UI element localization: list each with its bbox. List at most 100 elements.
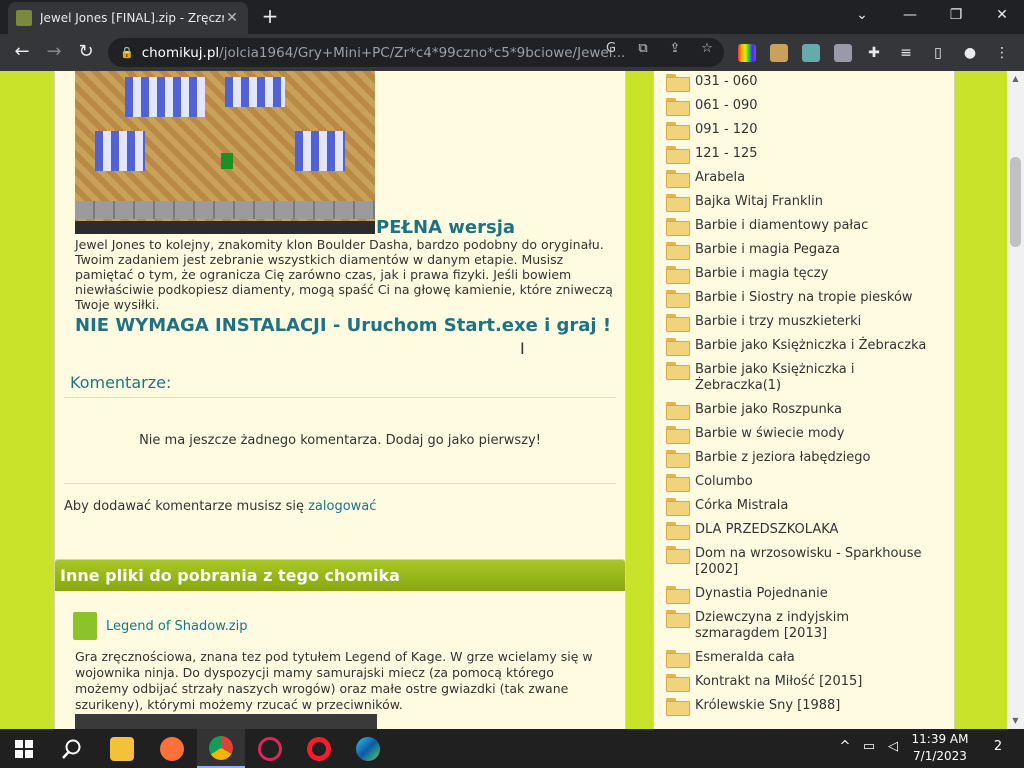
tray-chevron-icon[interactable]: ^ bbox=[836, 739, 854, 754]
tab-search-icon[interactable]: ⌄ bbox=[840, 4, 884, 28]
folder-item[interactable]: Barbie jako Księżniczka i Żebraczka(1) bbox=[666, 362, 865, 394]
folder-item[interactable]: Barbie i Siostry na tropie piesków bbox=[666, 290, 945, 308]
restore-button[interactable]: ❐ bbox=[934, 4, 978, 28]
edge-button[interactable] bbox=[344, 729, 392, 768]
google-icon[interactable]: G bbox=[602, 41, 620, 57]
folder-item[interactable]: Barbie i trzy muszkieterki bbox=[666, 314, 945, 332]
reload-icon[interactable]: ↻ bbox=[74, 41, 98, 65]
folder-icon bbox=[666, 698, 690, 716]
folder-icon bbox=[666, 290, 690, 308]
opera-gx-button[interactable] bbox=[246, 729, 294, 768]
search-icon bbox=[62, 739, 81, 759]
folder-item[interactable]: Esmeralda cała bbox=[666, 650, 945, 668]
system-clock[interactable]: 11:39 AM 7/1/2023 bbox=[900, 731, 980, 765]
folder-item[interactable]: Barbie i diamentowy pałac bbox=[666, 218, 945, 236]
notifications-icon[interactable]: 2 bbox=[986, 739, 1010, 754]
notifications-count: 2 bbox=[993, 739, 1003, 754]
folder-item[interactable]: Dziewczyna z indyjskim szmaragdem [2013] bbox=[666, 610, 935, 642]
folder-item[interactable]: Barbie z jeziora łabędziego bbox=[666, 450, 945, 468]
profile-avatar-icon[interactable]: ● bbox=[960, 43, 980, 63]
rainbow-extension-icon[interactable] bbox=[738, 44, 756, 62]
bookmark-star-icon[interactable]: ☆ bbox=[698, 41, 716, 57]
browser-tab[interactable]: Jewel Jones [FINAL].zip - Zręczno ✕ bbox=[8, 2, 248, 34]
start-button[interactable] bbox=[0, 729, 48, 768]
folder-icon bbox=[666, 610, 690, 628]
scrollbar-thumb[interactable] bbox=[1010, 157, 1021, 247]
login-link[interactable]: zalogować bbox=[308, 499, 376, 514]
scroll-up-icon[interactable]: ▲ bbox=[1007, 71, 1024, 87]
other-file-description: Gra zręcznościowa, znana tez pod tytułem… bbox=[75, 649, 593, 712]
folder-icon bbox=[666, 498, 690, 516]
opera-gx-icon bbox=[258, 736, 282, 761]
green-arrow-icon bbox=[221, 153, 233, 169]
close-window-button[interactable]: ✕ bbox=[980, 4, 1024, 28]
flag-extension-icon[interactable] bbox=[834, 44, 852, 62]
tab-close-icon[interactable]: ✕ bbox=[224, 10, 240, 26]
folder-item[interactable]: Arabela bbox=[666, 170, 945, 188]
extensions-puzzle-icon[interactable]: ✚ bbox=[864, 43, 884, 63]
folder-item[interactable]: Królewskie Sny [1988] bbox=[666, 698, 945, 716]
folder-item[interactable]: Columbo bbox=[666, 474, 945, 492]
search-button[interactable] bbox=[48, 729, 96, 768]
folder-item[interactable]: 091 - 120 bbox=[666, 122, 945, 140]
lock-icon: 🔒 bbox=[120, 46, 134, 59]
folder-icon bbox=[666, 450, 690, 468]
tab-title: Jewel Jones [FINAL].zip - Zręczno bbox=[40, 11, 224, 25]
translate-icon[interactable]: ⧉ bbox=[634, 41, 652, 57]
zip-file-icon[interactable] bbox=[73, 612, 97, 640]
cat-extension-icon[interactable] bbox=[802, 44, 820, 62]
url-path: /jolcia1964/Gry+Mini+PC/Zr*c4*99czno*c5*… bbox=[219, 44, 626, 61]
folder-icon bbox=[666, 74, 690, 92]
folder-icon bbox=[666, 194, 690, 212]
divider bbox=[64, 397, 616, 398]
back-arrow-icon[interactable]: ← bbox=[10, 41, 34, 65]
scroll-down-icon[interactable]: ▼ bbox=[1007, 713, 1024, 729]
menu-kebab-icon[interactable]: ⋮ bbox=[992, 43, 1012, 63]
game-description: Jewel Jones to kolejny, znakomity klon B… bbox=[75, 237, 613, 312]
web-page: PEŁNA wersja Jewel Jones to kolejny, zna… bbox=[0, 71, 1024, 729]
opera-button[interactable] bbox=[295, 729, 343, 768]
folder-item[interactable]: Barbie jako Roszpunka bbox=[666, 402, 945, 420]
firefox-icon bbox=[160, 736, 184, 761]
folder-item[interactable]: Bajka Witaj Franklin bbox=[666, 194, 945, 212]
address-bar[interactable]: 🔒 chomikuj.pl /jolcia1964/Gry+Mini+PC/Zr… bbox=[108, 38, 724, 67]
side-panel-icon[interactable]: ▯ bbox=[928, 43, 948, 63]
folder-item[interactable]: Barbie i magia tęczy bbox=[666, 266, 945, 284]
browser-toolbar: ← → ↻ 🔒 chomikuj.pl /jolcia1964/Gry+Mini… bbox=[0, 34, 1024, 71]
forward-arrow-icon[interactable]: → bbox=[42, 41, 66, 65]
chrome-button[interactable] bbox=[197, 729, 245, 768]
folder-item[interactable]: DLA PRZEDSZKOLAKA bbox=[666, 522, 945, 540]
file-explorer-button[interactable] bbox=[98, 729, 146, 768]
firefox-button[interactable] bbox=[148, 729, 196, 768]
clock-time: 11:39 AM bbox=[911, 732, 969, 746]
folder-item[interactable]: Dynastia Pojednanie bbox=[666, 586, 945, 604]
folder-list: 031 - 060 061 - 090 091 - 120 121 - 125 … bbox=[653, 71, 955, 729]
login-prompt-text: Aby dodawać komentarze musisz się bbox=[64, 499, 304, 514]
folder-item[interactable]: 061 - 090 bbox=[666, 98, 945, 116]
folder-item[interactable]: 031 - 060 bbox=[666, 74, 945, 92]
opera-icon bbox=[307, 736, 331, 761]
site-favicon-icon bbox=[16, 10, 32, 26]
share-icon[interactable]: ⇪ bbox=[666, 41, 684, 57]
new-tab-button[interactable]: + bbox=[258, 6, 282, 28]
folder-icon bbox=[666, 674, 690, 692]
page-scrollbar[interactable]: ▲ ▼ bbox=[1007, 71, 1024, 729]
folder-item[interactable]: 121 - 125 bbox=[666, 146, 945, 164]
folder-icon bbox=[666, 586, 690, 604]
media-queue-icon[interactable]: ≡ bbox=[896, 43, 916, 63]
folder-item[interactable]: Barbie w świecie mody bbox=[666, 426, 945, 444]
network-icon[interactable]: ▭ bbox=[860, 739, 878, 754]
folder-item[interactable]: Córka Mistrala bbox=[666, 498, 945, 516]
minimize-button[interactable]: — bbox=[888, 4, 932, 28]
game-extension-icon[interactable] bbox=[770, 44, 788, 62]
other-file-link[interactable]: Legend of Shadow.zip bbox=[106, 619, 247, 634]
game-screenshot bbox=[75, 71, 375, 234]
folder-item[interactable]: Barbie i magia Pegaza bbox=[666, 242, 945, 260]
folder-icon bbox=[666, 338, 690, 356]
folder-item[interactable]: Dom na wrzosowisku - Sparkhouse [2002] bbox=[666, 546, 925, 578]
windows-taskbar: ^ ▭ ◁ 11:39 AM 7/1/2023 2 bbox=[0, 729, 1024, 768]
comments-heading: Komentarze: bbox=[70, 373, 172, 392]
folder-item[interactable]: Kontrakt na Miłość [2015] bbox=[666, 674, 945, 692]
clock-date: 7/1/2023 bbox=[913, 749, 967, 763]
folder-item[interactable]: Barbie jako Księżniczka i Żebraczka bbox=[666, 338, 945, 356]
